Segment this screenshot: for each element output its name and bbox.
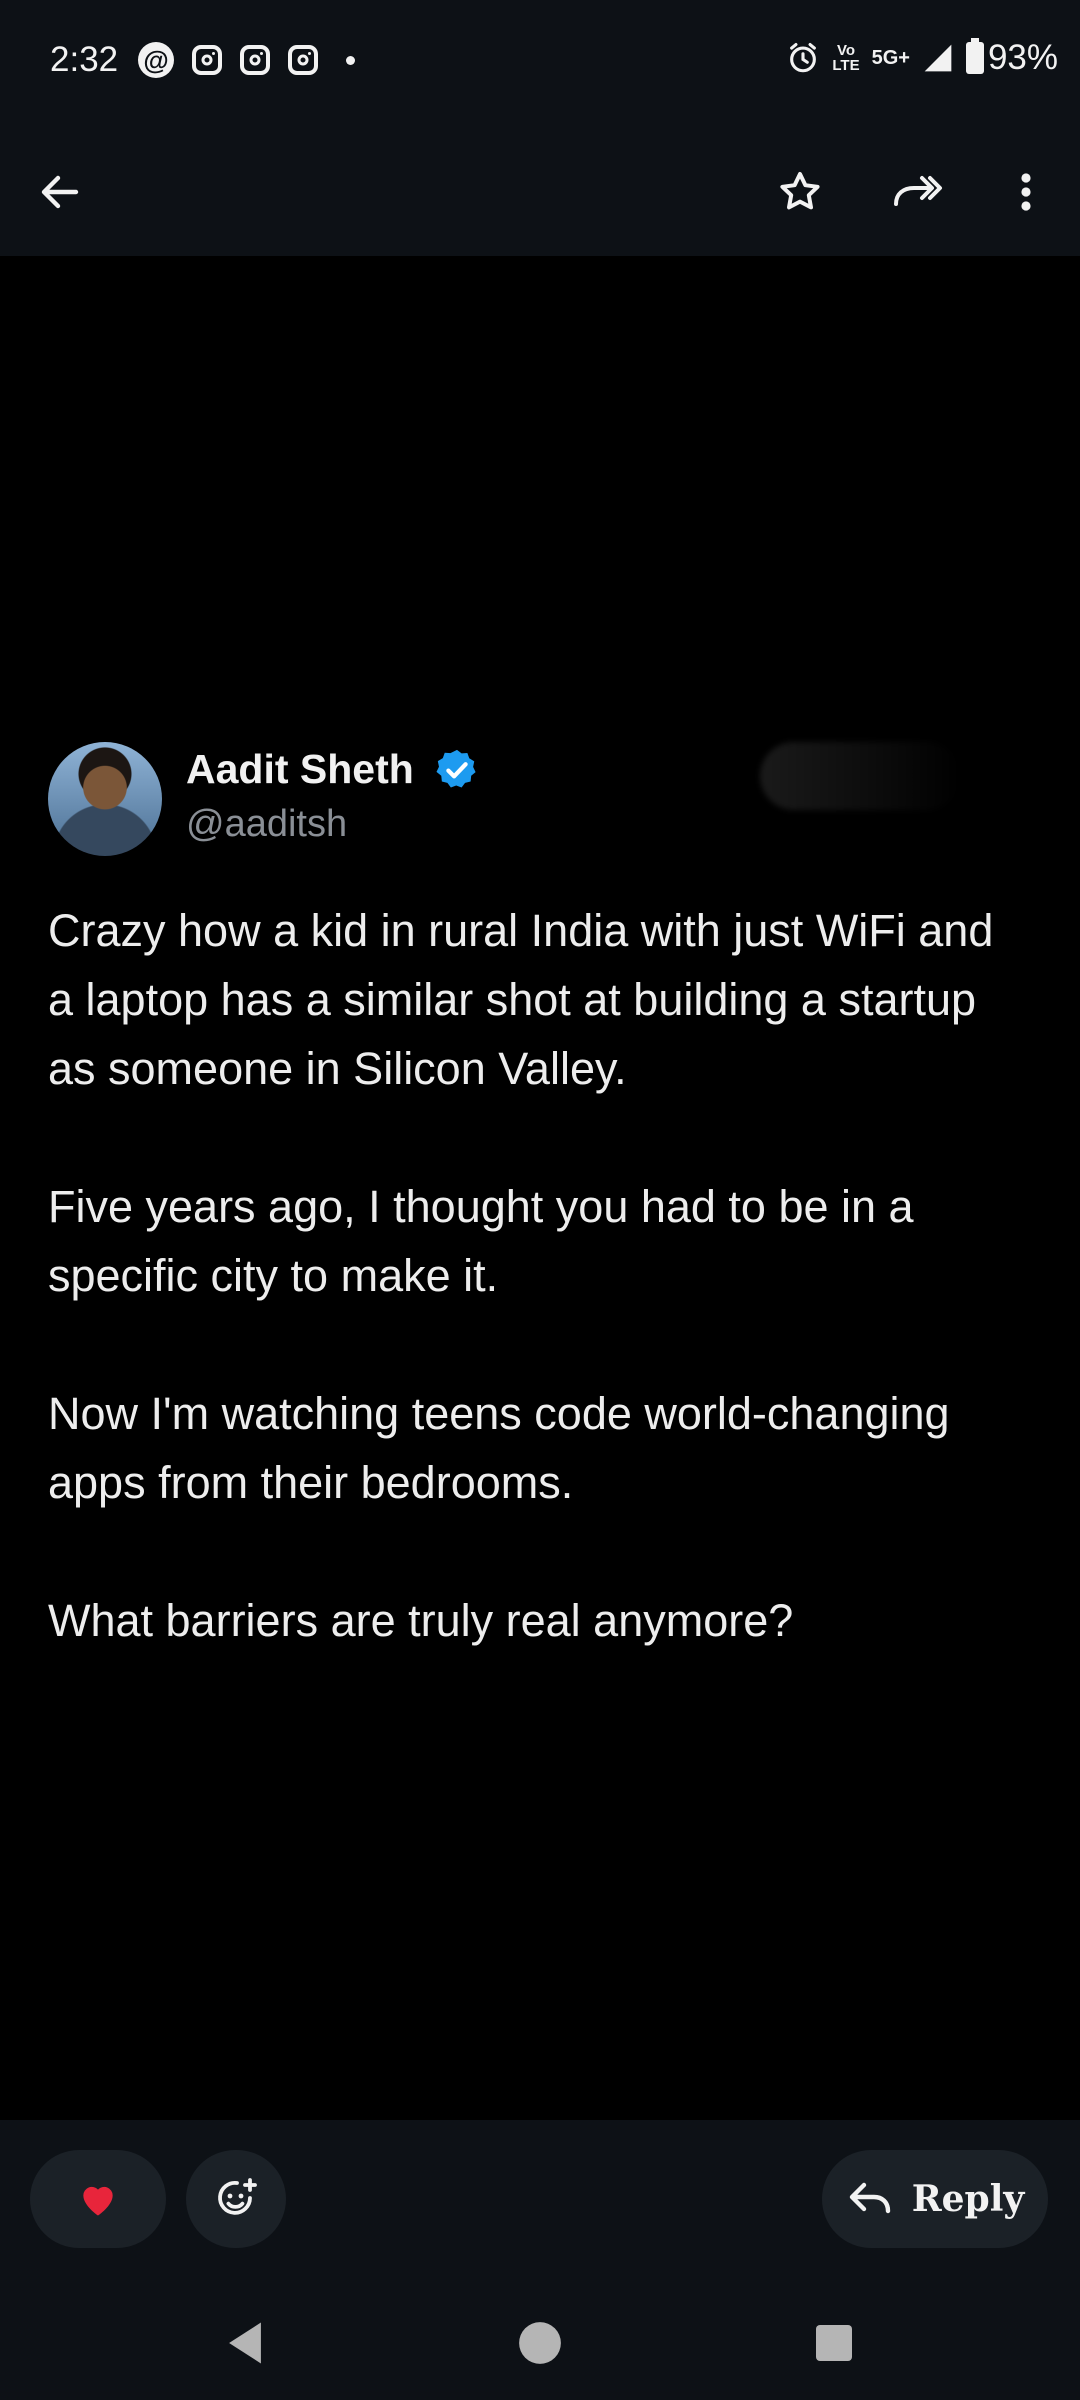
volte-icon: Vo LTE	[832, 43, 859, 73]
action-bar: Reply	[0, 2120, 1080, 2288]
status-time: 2:32	[50, 40, 119, 79]
instagram-icon	[288, 45, 318, 75]
back-button[interactable]	[26, 158, 94, 226]
tweet-paragraph: Now I'm watching teens code world-changi…	[48, 1388, 950, 1508]
battery-percent: 93%	[987, 38, 1058, 77]
tweet-paragraph: Five years ago, I thought you had to be …	[48, 1181, 914, 1301]
instagram-icon	[192, 45, 222, 75]
tweet-paragraph: Crazy how a kid in rural India with just…	[48, 905, 994, 1094]
signal-icon	[924, 44, 952, 72]
nav-recents-icon[interactable]	[814, 2318, 854, 2368]
more-vertical-icon	[1021, 173, 1031, 211]
5g-icon: 5G+	[871, 46, 910, 69]
notification-icons: @	[138, 42, 355, 78]
star-button[interactable]	[766, 158, 834, 226]
reply-label: Reply	[911, 2178, 1025, 2220]
more-button[interactable]	[992, 158, 1060, 226]
system-icons: Vo LTE 5G+ 93%	[786, 38, 1058, 78]
system-nav-bar	[0, 2288, 1080, 2400]
blurred-follow-button	[760, 742, 960, 810]
reply-arrow-icon	[849, 2182, 890, 2214]
verified-badge-icon	[436, 749, 476, 788]
star-outline-icon	[780, 172, 820, 210]
status-bar: 2:32 @ Vo LTE 5G+ 93%	[0, 0, 1080, 128]
reply-button[interactable]: Reply	[822, 2150, 1048, 2248]
forward-button[interactable]	[884, 158, 952, 226]
volte-label-bottom: LTE	[832, 57, 860, 74]
author-handle: @aaditsh	[186, 803, 348, 845]
instagram-icon	[240, 45, 270, 75]
volte-label-top: Vo	[836, 42, 855, 59]
author-name: Aadit Sheth	[186, 746, 414, 792]
add-emoji-icon	[218, 2178, 257, 2215]
avatar[interactable]	[48, 742, 162, 856]
alarm-icon	[790, 42, 817, 73]
dot-icon	[346, 55, 355, 65]
tweet-paragraph: What barriers are truly real anymore?	[48, 1595, 794, 1646]
add-reaction-button[interactable]	[186, 2150, 286, 2248]
tweet-text: Crazy how a kid in rural India with just…	[48, 896, 1028, 1724]
threads-icon: @	[138, 42, 174, 78]
nav-home-icon[interactable]	[518, 2318, 562, 2368]
battery-icon	[965, 38, 984, 74]
nav-back-icon[interactable]	[222, 2318, 268, 2368]
heart-reaction-button[interactable]	[30, 2150, 166, 2248]
forward-icon	[894, 176, 942, 206]
app-bar	[0, 128, 1080, 256]
heart-icon	[83, 2186, 113, 2216]
arrow-left-icon	[41, 175, 79, 209]
